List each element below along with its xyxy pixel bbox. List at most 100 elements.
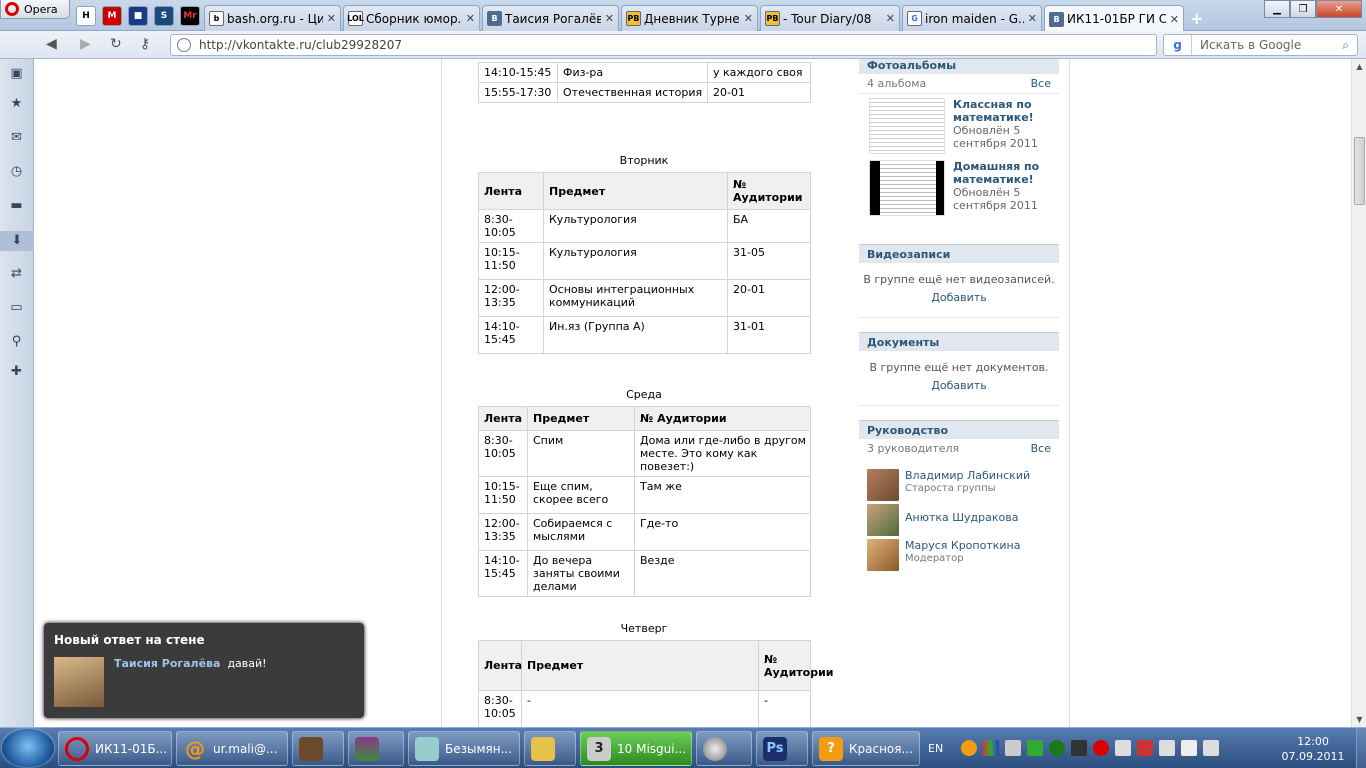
pinned-tab[interactable]: Mr [180, 6, 200, 26]
tray-icon[interactable] [1027, 740, 1044, 756]
videos-header[interactable]: Видеозаписи [859, 244, 1059, 263]
tab-close-icon[interactable]: ✕ [466, 12, 475, 25]
album-thumbnail[interactable] [869, 160, 945, 216]
reload-icon[interactable]: ↻ [110, 36, 122, 52]
network-icon[interactable] [1181, 740, 1198, 756]
pinned-tab[interactable]: H [76, 6, 96, 26]
taskbar-item[interactable] [292, 731, 344, 766]
tray-icon[interactable] [1115, 740, 1132, 756]
add-panel-icon[interactable]: ✚ [9, 365, 24, 379]
browser-tab[interactable]: PBДневник Турне ... ✕ [621, 5, 758, 31]
docs-header[interactable]: Документы [859, 332, 1059, 351]
opera-menu-label: Opera [24, 2, 58, 16]
browser-tab[interactable]: bbash.org.ru - Ци... ✕ [204, 5, 341, 31]
tray-icon[interactable] [961, 740, 978, 756]
album-item[interactable]: Домашняя по математике! Обновлён 5 сентяб… [859, 156, 1059, 218]
leaders-all-link[interactable]: Все [1031, 439, 1051, 459]
albums-header[interactable]: Фотоальбомы [859, 59, 1059, 74]
taskbar-item[interactable] [348, 731, 404, 766]
clock[interactable]: 12:00 07.09.2011 [1278, 734, 1348, 764]
pinned-tab[interactable]: S [154, 6, 174, 26]
maximize-icon[interactable]: ❐ [1290, 0, 1316, 18]
browser-tab[interactable]: Giron maiden - G... ✕ [902, 5, 1042, 31]
close-window-icon[interactable]: ✕ [1316, 0, 1362, 18]
downloads-icon[interactable]: ⬇ [0, 231, 34, 251]
opera-menu-button[interactable]: Opera [0, 0, 70, 19]
vertical-scrollbar[interactable]: ▲ ▼ [1351, 59, 1366, 727]
scroll-down-icon[interactable]: ▼ [1352, 712, 1366, 727]
tab-close-icon[interactable]: ✕ [1028, 12, 1037, 25]
leaders-header[interactable]: Руководство [859, 420, 1059, 439]
leader-item[interactable]: Маруся Кропоткина Модератор [859, 535, 1059, 571]
taskbar-item-active[interactable]: 3 10 Misgui... [580, 731, 692, 766]
tray-icon[interactable] [1159, 740, 1176, 756]
tab-close-icon[interactable]: ✕ [1170, 13, 1179, 26]
leader-name[interactable]: Маруся Кропоткина [905, 539, 1020, 552]
address-field[interactable]: http://vkontakte.ru/club29928207 [170, 34, 1157, 56]
avatar[interactable] [867, 539, 899, 571]
album-title[interactable]: Домашняя по математике! [953, 160, 1051, 186]
tab-close-icon[interactable]: ✕ [886, 12, 895, 25]
scroll-up-icon[interactable]: ▲ [1352, 59, 1366, 74]
album-title[interactable]: Классная по математике! [953, 98, 1051, 124]
album-item[interactable]: Классная по математике! Обновлён 5 сентяб… [859, 94, 1059, 156]
albums-all-link[interactable]: Все [1031, 74, 1051, 93]
tray-icon[interactable] [1093, 740, 1110, 756]
speed-dial-icon[interactable]: ▣ [9, 67, 24, 81]
taskbar-item[interactable]: ? Красноя... [812, 731, 920, 766]
show-desktop-button[interactable] [1356, 728, 1366, 768]
browser-tab[interactable]: PB - Tour Diary/08 ✕ [760, 5, 900, 31]
pinned-tab[interactable]: ■ [128, 6, 148, 26]
notification-avatar[interactable] [54, 657, 104, 707]
tab-close-icon[interactable]: ✕ [605, 12, 614, 25]
taskbar-item[interactable]: Безымян... [408, 731, 520, 766]
tray-icon[interactable] [1071, 740, 1088, 756]
avatar[interactable] [867, 504, 899, 536]
volume-icon[interactable] [1203, 740, 1220, 756]
avatar[interactable] [867, 469, 899, 501]
tab-close-icon[interactable]: ✕ [327, 12, 336, 25]
notification-author[interactable]: Таисия Рогалёва [114, 657, 220, 670]
search-field[interactable]: g Искать в Google ⌕ [1163, 34, 1358, 56]
bookmarks-icon[interactable]: ★ [9, 97, 24, 111]
new-tab-icon[interactable]: + [1190, 9, 1203, 28]
wall-notification[interactable]: Новый ответ на стене Таисия Рогалёва дав… [44, 623, 364, 718]
google-icon[interactable]: g [1164, 35, 1192, 55]
forward-icon[interactable]: ▶ [80, 36, 91, 52]
key-icon[interactable]: ⚷ [140, 36, 150, 52]
tray-icon[interactable] [1005, 740, 1022, 756]
search-panel-icon[interactable]: ⚲ [9, 335, 24, 349]
back-icon[interactable]: ◀ [46, 36, 57, 52]
search-icon[interactable]: ⌕ [1342, 38, 1357, 53]
leader-name[interactable]: Анютка Шудракова [905, 511, 1018, 524]
docs-add-link[interactable]: Добавить [931, 379, 986, 392]
language-indicator[interactable]: EN [928, 742, 943, 755]
album-thumbnail[interactable] [869, 98, 945, 154]
scroll-thumb[interactable] [1354, 137, 1365, 205]
links-icon[interactable]: ⇄ [9, 267, 24, 281]
tray-icon[interactable] [1137, 740, 1154, 756]
start-button[interactable] [2, 729, 54, 767]
history-icon[interactable]: ◷ [9, 165, 24, 179]
videos-add-link[interactable]: Добавить [931, 291, 986, 304]
minimize-icon[interactable]: ▁ [1264, 0, 1290, 18]
tab-close-icon[interactable]: ✕ [744, 12, 753, 25]
tray-icon[interactable] [1049, 740, 1066, 756]
leader-item[interactable]: Анютка Шудракова [859, 500, 1059, 536]
taskbar-item[interactable] [524, 731, 576, 766]
leader-name[interactable]: Владимир Лабинский [905, 469, 1030, 482]
tray-icon[interactable] [983, 740, 1000, 756]
leader-item[interactable]: Владимир Лабинский Староста группы [859, 465, 1059, 501]
taskbar-item[interactable]: ИК11-01Б... [58, 731, 172, 766]
browser-tab-active[interactable]: BИК11-01БР ГИ С... ✕ [1044, 5, 1184, 32]
notes-icon[interactable]: ▬ [9, 199, 24, 213]
browser-tab[interactable]: B Таисия Рогалёва ✕ [482, 5, 619, 31]
browser-tab[interactable]: LOL Сборник юмор... ✕ [343, 5, 480, 31]
taskbar-item[interactable]: Ps [756, 731, 808, 766]
tab-bar: Opera H M ■ S Mr bbash.org.ru - Ци... ✕ L… [0, 0, 1366, 32]
pinned-tab[interactable]: M [102, 6, 122, 26]
windows-icon[interactable]: ▭ [9, 301, 24, 315]
taskbar-item[interactable] [696, 731, 752, 766]
taskbar-item[interactable]: @ ur.mali@... [176, 731, 288, 766]
mail-icon[interactable]: ✉ [9, 131, 24, 145]
